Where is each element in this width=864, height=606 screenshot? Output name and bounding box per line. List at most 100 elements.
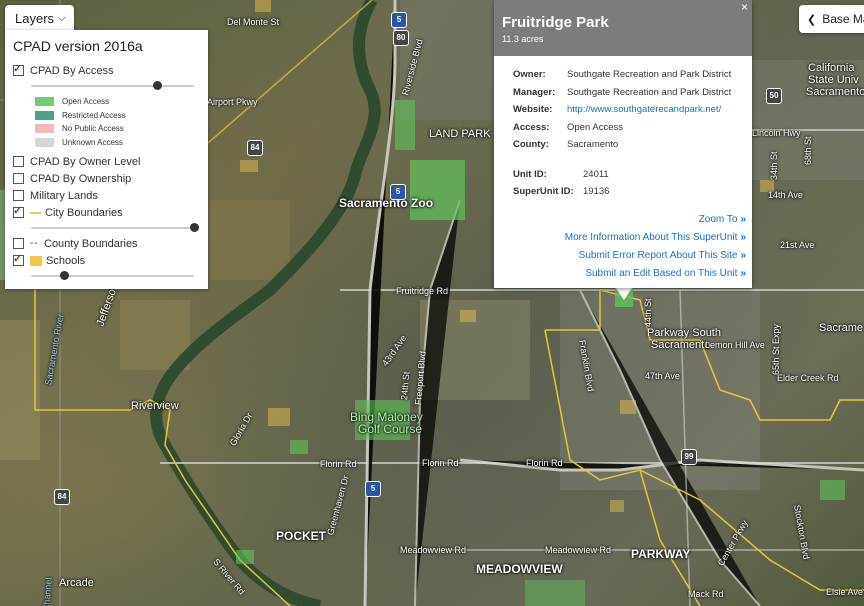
chevron-down-icon: ⌵ bbox=[57, 12, 66, 24]
layer-cpad-by-owner-level[interactable]: CPAD By Owner Level bbox=[13, 153, 200, 170]
map-label-meadowview: MEADOWVIEW bbox=[476, 562, 563, 576]
legend-item-unknown: Unknown Access bbox=[35, 136, 200, 150]
park-info-popup: Fruitridge Park 11.3 acres × Owner: South… bbox=[494, 0, 752, 288]
checkbox-county-boundaries[interactable] bbox=[13, 238, 24, 249]
map-label-14th: 14th Ave bbox=[768, 190, 803, 200]
yellow-line-icon bbox=[30, 211, 41, 214]
dashed-line-icon: - - bbox=[30, 237, 37, 249]
chevron-right-icon: » bbox=[740, 232, 746, 243]
map-label-mack: Mack Rd bbox=[688, 589, 724, 599]
route-84-shield: 84 bbox=[54, 489, 70, 505]
access-legend: Open Access Restricted Access No Public … bbox=[35, 95, 200, 149]
legend-item-restricted: Restricted Access bbox=[35, 109, 200, 123]
map-label-parkway: PARKWAY bbox=[631, 547, 691, 561]
layer-label: City Boundaries bbox=[45, 206, 123, 219]
county-label: County: bbox=[513, 139, 549, 151]
map-label-pocket: POCKET bbox=[276, 529, 327, 543]
layer-label: CPAD By Access bbox=[30, 64, 114, 77]
map-label-state-univ: State Univ bbox=[808, 74, 859, 86]
submit-edit-link[interactable]: Submit an Edit Based on This Unit» bbox=[565, 268, 746, 286]
route-84-shield: 84 bbox=[247, 140, 263, 156]
route-80-shield: 80 bbox=[393, 30, 409, 46]
layer-cpad-by-ownership[interactable]: CPAD By Ownership bbox=[13, 170, 200, 187]
legend-item-no-public: No Public Access bbox=[35, 122, 200, 136]
layers-panel: CPAD version 2016a CPAD By Access Open A… bbox=[5, 30, 208, 289]
layers-toggle-button[interactable]: Layers ⌵ bbox=[5, 5, 74, 32]
slider-knob[interactable] bbox=[190, 223, 199, 232]
layer-city-boundaries[interactable]: City Boundaries bbox=[13, 204, 200, 221]
website-link[interactable]: http://www.southgaterecandpark.net/ bbox=[567, 104, 721, 115]
map-label-47th: 47th Ave bbox=[645, 371, 680, 381]
chevron-right-icon: » bbox=[740, 250, 746, 261]
submit-error-report-link[interactable]: Submit Error Report About This Site» bbox=[565, 250, 746, 268]
checkbox-military-lands[interactable] bbox=[13, 190, 24, 201]
county-value: Sacramento bbox=[567, 139, 619, 151]
map-label-sacramento-univ: Sacramento bbox=[806, 86, 864, 98]
website-label: Website: bbox=[513, 104, 553, 116]
opacity-slider-schools[interactable] bbox=[31, 271, 194, 281]
superunit-id-value: 19136 bbox=[583, 186, 610, 198]
map-label-california: California bbox=[808, 62, 855, 74]
route-50-shield: 50 bbox=[766, 88, 782, 104]
map-label-airport: Airport Pkwy bbox=[207, 97, 258, 107]
layer-label: CPAD By Owner Level bbox=[30, 155, 141, 168]
unit-id-label: Unit ID: bbox=[513, 168, 547, 180]
access-label: Access: bbox=[513, 121, 550, 133]
close-icon[interactable]: × bbox=[741, 0, 748, 14]
layer-label: Schools bbox=[46, 254, 86, 267]
map-label-sacramento-zoo: Sacramento Zoo bbox=[339, 196, 434, 210]
owner-value: Southgate Recreation and Park District bbox=[567, 69, 732, 81]
manager-label: Manager: bbox=[513, 86, 556, 98]
map-label-golf-course: Golf Course bbox=[358, 422, 423, 436]
chevron-right-icon: » bbox=[740, 268, 746, 279]
checkbox-cpad-by-owner-level[interactable] bbox=[13, 156, 24, 167]
map-label-florin-1: Florin Rd bbox=[320, 459, 357, 469]
opacity-slider-cpad-by-access[interactable] bbox=[31, 81, 194, 91]
access-value: Open Access bbox=[567, 121, 623, 133]
map-label-meadowview-rd-2: Meadowview Rd bbox=[545, 545, 612, 555]
layer-county-boundaries[interactable]: - - County Boundaries bbox=[13, 235, 200, 252]
popup-header: Fruitridge Park 11.3 acres × bbox=[494, 0, 752, 56]
map-label-florin-3: Florin Rd bbox=[526, 458, 563, 468]
popup-body: Owner: Southgate Recreation and Park Dist… bbox=[494, 56, 752, 201]
route-99-shield: 99 bbox=[681, 449, 697, 465]
layer-label: Military Lands bbox=[30, 189, 98, 202]
interstate-5-shield: 5 bbox=[390, 184, 406, 200]
map-label-elder-creek: Elder Creek Rd bbox=[777, 373, 839, 383]
school-swatch-icon bbox=[30, 255, 42, 266]
opacity-slider-city-boundaries[interactable] bbox=[31, 223, 199, 233]
checkbox-cpad-by-access[interactable] bbox=[13, 62, 24, 76]
map-label-21st: 21st Ave bbox=[780, 240, 815, 250]
popup-links: Zoom To» More Information About This Sup… bbox=[565, 214, 746, 286]
map-label-riverview: Riverview bbox=[131, 400, 179, 412]
layer-military-lands[interactable]: Military Lands bbox=[13, 187, 200, 204]
checkbox-schools[interactable] bbox=[13, 252, 24, 266]
superunit-id-label: SuperUnit ID: bbox=[513, 186, 574, 198]
layer-label: County Boundaries bbox=[44, 237, 138, 250]
layer-label: CPAD By Ownership bbox=[30, 172, 132, 185]
map-label-lincoln-hwy: Lincoln Hwy bbox=[752, 128, 801, 138]
base-map-button[interactable]: ❮ Base Ma bbox=[799, 5, 864, 33]
map-label-parkway-south: Parkway South bbox=[647, 327, 721, 339]
zoom-to-link[interactable]: Zoom To» bbox=[565, 214, 746, 232]
map-label-land-park: LAND PARK bbox=[429, 128, 491, 140]
popup-title: Fruitridge Park bbox=[502, 14, 609, 31]
slider-knob[interactable] bbox=[152, 81, 162, 90]
manager-value: Southgate Recreation and Park District bbox=[567, 86, 732, 98]
map-label-68th: 68th St bbox=[803, 136, 813, 165]
map-label-florin-2: Florin Rd bbox=[422, 458, 459, 468]
base-map-label: Base Ma bbox=[822, 12, 864, 26]
interstate-5-shield: 5 bbox=[365, 481, 381, 497]
checkbox-cpad-by-ownership[interactable] bbox=[13, 173, 24, 184]
legend-item-open: Open Access bbox=[35, 95, 200, 109]
slider-knob[interactable] bbox=[59, 271, 69, 280]
checkbox-city-boundaries[interactable] bbox=[13, 204, 24, 218]
layers-button-label: Layers bbox=[15, 11, 55, 26]
more-info-superunit-link[interactable]: More Information About This SuperUnit» bbox=[565, 232, 746, 250]
chevron-left-icon: ❮ bbox=[807, 14, 817, 26]
unit-id-value: 24011 bbox=[583, 168, 609, 180]
layer-cpad-by-access[interactable]: CPAD By Access bbox=[13, 62, 200, 79]
layer-schools[interactable]: Schools bbox=[13, 252, 200, 269]
owner-label: Owner: bbox=[513, 69, 546, 81]
interstate-5-shield: 5 bbox=[391, 12, 407, 28]
